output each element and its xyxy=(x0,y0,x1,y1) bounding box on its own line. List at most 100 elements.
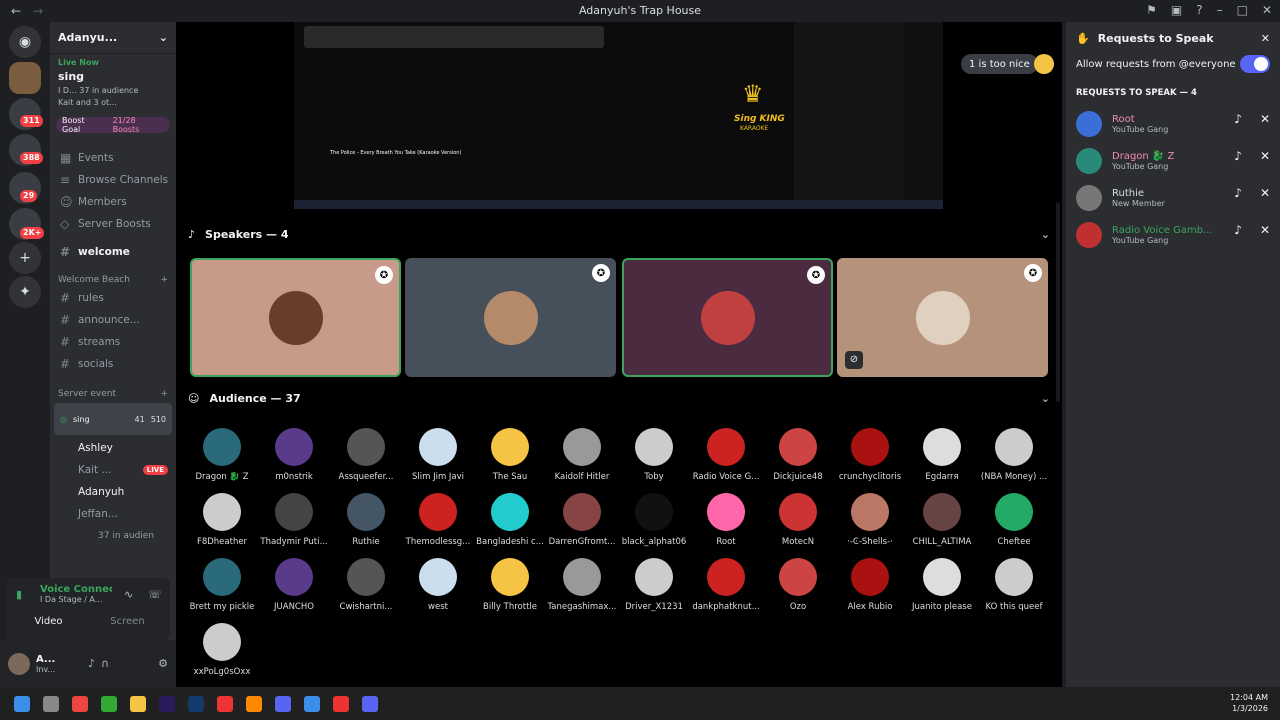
clock-date[interactable]: 1/3/2026 xyxy=(1230,703,1268,714)
maximize-icon[interactable]: □ xyxy=(1237,3,1248,17)
back-arrow-icon[interactable]: ← xyxy=(8,4,24,18)
request-item[interactable]: Ruthie New Member ♪ ✕ xyxy=(1076,180,1276,216)
nav-members[interactable]: ☺ Members xyxy=(50,191,176,213)
avatar[interactable] xyxy=(8,652,30,675)
audience-member[interactable]: Dickjuice48 xyxy=(762,428,834,482)
request-item[interactable]: Dragon 🐉 Z YouTube Gang ♪ ✕ xyxy=(1076,143,1276,179)
audience-member[interactable]: dankphatknut... xyxy=(690,558,762,612)
speaker-tile[interactable]: ✪ xyxy=(190,258,401,377)
speakers-header[interactable]: ♪ Speakers — 4 ⌄ xyxy=(176,222,1062,246)
discover-icon[interactable]: ✦ xyxy=(9,276,41,308)
plus-icon[interactable]: + xyxy=(160,275,168,285)
audience-member[interactable]: Thadymir Puti... xyxy=(258,493,330,547)
stage-user[interactable]: Kait ... LIVE xyxy=(50,459,176,481)
chevron-down-icon[interactable]: ⌄ xyxy=(1041,228,1050,241)
noise-icon[interactable]: ∿ xyxy=(124,588,133,601)
audience-header[interactable]: ☺ Audience — 37 ⌄ xyxy=(176,386,1062,410)
close-icon[interactable]: ✕ xyxy=(1261,32,1270,45)
audience-member[interactable]: Radio Voice G... xyxy=(690,428,762,482)
stage-user[interactable]: Adanyuh xyxy=(50,481,176,503)
audience-member[interactable]: black_alphat06 xyxy=(618,493,690,547)
settings-gear-icon[interactable]: ⚙ xyxy=(158,657,168,670)
audience-member[interactable]: crunchyclitoris xyxy=(834,428,906,482)
chevron-down-icon[interactable]: ⌄ xyxy=(159,31,168,44)
audience-member[interactable]: DarrenGfromt... xyxy=(546,493,618,547)
close-icon[interactable]: ✕ xyxy=(1262,3,1272,17)
audience-member[interactable]: Billy Throttle xyxy=(474,558,546,612)
scrollbar[interactable] xyxy=(1056,202,1060,402)
audience-member[interactable]: Slim Jim Javi xyxy=(402,428,474,482)
disconnect-icon[interactable]: ☏ xyxy=(148,588,162,601)
minimize-icon[interactable]: – xyxy=(1217,3,1223,17)
flag-icon[interactable]: ⚑ xyxy=(1146,3,1157,17)
audience-member[interactable]: MotecN xyxy=(762,493,834,547)
speaker-tile[interactable]: ✪ xyxy=(622,258,833,377)
audience-member[interactable]: ·-Ͼ-Shells-· xyxy=(834,493,906,547)
audience-member[interactable]: (NBA Money) ... xyxy=(978,428,1050,482)
request-item[interactable]: Root YouTube Gang ♪ ✕ xyxy=(1076,106,1276,142)
invite-to-speak-icon[interactable]: ♪ xyxy=(1234,186,1242,200)
nav-browse[interactable]: ≡ Browse Channels xyxy=(50,169,176,191)
mic-icon[interactable]: ♪ xyxy=(88,657,95,670)
stage-channel[interactable]: ◎ sing 41 510 xyxy=(54,403,172,435)
channel-item[interactable]: # rules xyxy=(50,287,176,309)
audience-member[interactable]: Tanegashimax... xyxy=(546,558,618,612)
app-icon[interactable] xyxy=(246,696,262,712)
paint-icon[interactable] xyxy=(72,696,88,712)
category-header[interactable]: Welcome Beach + xyxy=(50,269,176,287)
discord-home-icon[interactable]: ◉ xyxy=(9,26,41,58)
channel-item[interactable]: # announce... xyxy=(50,309,176,331)
audience-member[interactable]: Ozo xyxy=(762,558,834,612)
audience-member[interactable]: F8Dheather xyxy=(186,493,258,547)
audience-member[interactable]: Cwishartni... xyxy=(330,558,402,612)
audience-member[interactable]: m0nstrik xyxy=(258,428,330,482)
plus-icon[interactable]: + xyxy=(160,389,168,399)
speaker-tile[interactable]: ✪ xyxy=(405,258,616,377)
audience-member[interactable]: Bangladeshi c... xyxy=(474,493,546,547)
start-icon[interactable] xyxy=(14,696,30,712)
premiere-icon[interactable] xyxy=(159,696,175,712)
headset-icon[interactable]: ∩ xyxy=(101,657,109,670)
category-header[interactable]: Server event + xyxy=(50,383,176,401)
allow-requests-toggle[interactable] xyxy=(1240,55,1270,73)
inbox-icon[interactable]: ▣ xyxy=(1171,3,1182,17)
app-icon[interactable] xyxy=(333,696,349,712)
audience-member[interactable]: Themodlessg... xyxy=(402,493,474,547)
files-icon[interactable] xyxy=(43,696,59,712)
dismiss-icon[interactable]: ✕ xyxy=(1260,223,1270,237)
nvidia-icon[interactable] xyxy=(101,696,117,712)
audience-member[interactable]: Toby xyxy=(618,428,690,482)
channel-welcome[interactable]: # welcome xyxy=(50,241,176,263)
nav-boosts[interactable]: ◇ Server Boosts xyxy=(50,213,176,235)
chrome-icon[interactable] xyxy=(217,696,233,712)
add-server-icon[interactable]: + xyxy=(9,242,41,274)
audience-member[interactable]: west xyxy=(402,558,474,612)
stage-user[interactable]: Ashley xyxy=(50,437,176,459)
audience-member[interactable]: KO this queef xyxy=(978,558,1050,612)
app-icon[interactable] xyxy=(362,696,378,712)
audience-member[interactable]: Assqueefer... xyxy=(330,428,402,482)
edge-icon[interactable] xyxy=(304,696,320,712)
video-button[interactable]: Video xyxy=(12,612,85,630)
screen-button[interactable]: Screen xyxy=(91,612,164,630)
server-icon[interactable] xyxy=(9,62,41,94)
chevron-down-icon[interactable]: ⌄ xyxy=(1041,392,1050,405)
audience-member[interactable]: Ruthie xyxy=(330,493,402,547)
voice-channel[interactable]: I Da Stage / A... xyxy=(40,595,112,604)
channel-item[interactable]: # socials xyxy=(50,353,176,375)
stage-user[interactable]: Jeffan... xyxy=(50,503,176,525)
audience-member[interactable]: Kaidolf Hitler xyxy=(546,428,618,482)
help-icon[interactable]: ? xyxy=(1196,3,1202,17)
audience-member[interactable]: Driver_X1231 xyxy=(618,558,690,612)
guild-header[interactable]: Adanyu... ⌄ xyxy=(50,22,176,54)
audience-member[interactable]: Cheftee xyxy=(978,493,1050,547)
request-item[interactable]: Radio Voice Gamb... YouTube Gang ♪ ✕ xyxy=(1076,217,1276,253)
audience-member[interactable]: The Sau xyxy=(474,428,546,482)
nav-events[interactable]: ▦ Events xyxy=(50,147,176,169)
audience-member[interactable]: Juanito please xyxy=(906,558,978,612)
boost-goal[interactable]: Boost Goal 21/28 Boosts xyxy=(56,116,170,134)
audience-member[interactable]: CHILL_ALTIMA xyxy=(906,493,978,547)
audience-member[interactable]: JUANCHO xyxy=(258,558,330,612)
invite-to-speak-icon[interactable]: ♪ xyxy=(1234,223,1242,237)
speaker-tile[interactable]: ✪ ⊘ xyxy=(837,258,1048,377)
